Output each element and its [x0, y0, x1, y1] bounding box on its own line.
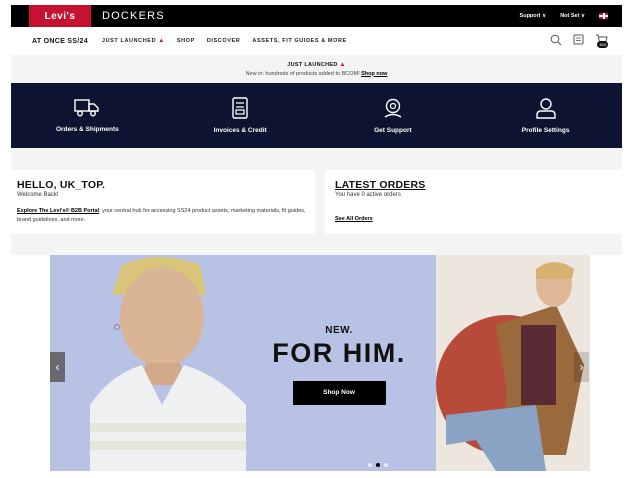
hero-image-right: [436, 255, 590, 471]
carousel-dots: [368, 463, 388, 467]
hero-model-illustration: [436, 255, 590, 471]
order-icon[interactable]: [572, 33, 585, 46]
brand-bar: Levi's DOCKERS Support ∨ Not Set ∨: [11, 5, 622, 27]
spacer: [11, 234, 622, 255]
cart-count-badge: 463: [597, 41, 608, 48]
announcement-bar: JUST LAUNCHED ▲ New in: hundreds of prod…: [11, 55, 622, 83]
nav-item-label: JUST LAUNCHED: [101, 38, 157, 44]
announcement-title-text: JUST LAUNCHED: [287, 61, 338, 68]
top-utility: Support ∨ Not Set ∨: [520, 5, 608, 27]
nav-item-discover[interactable]: DISCOVER: [207, 38, 241, 44]
truck-icon: [74, 99, 100, 117]
support-icon: [384, 98, 402, 118]
quick-link-label: Get Support: [374, 127, 412, 134]
dashboard-cards: HELLO, UK_TOP. Welcome Back! Explore The…: [11, 170, 622, 234]
support-menu[interactable]: Support ∨: [520, 13, 547, 19]
uk-flag-icon[interactable]: [599, 13, 608, 19]
levis-logo[interactable]: Levi's: [29, 5, 91, 27]
carousel-prev-button[interactable]: ‹: [50, 352, 65, 382]
hero-slide: NEW. FOR HIM. Shop Now: [50, 255, 590, 471]
dockers-logo[interactable]: DOCKERS: [102, 10, 165, 22]
carousel-dot[interactable]: [368, 463, 372, 467]
latest-orders-title[interactable]: LATEST ORDERS: [335, 179, 616, 191]
chevron-left-icon: ‹: [55, 360, 60, 374]
hero-text-block: NEW. FOR HIM. Shop Now: [264, 325, 414, 405]
rocket-icon: ▲: [158, 38, 165, 44]
rocket-icon: ▲: [339, 61, 346, 68]
invoice-icon: [232, 97, 248, 119]
welcome-text: Explore The Levi's® B2B Portal; your cen…: [17, 207, 309, 225]
quick-link-orders[interactable]: Orders & Shipments: [11, 83, 164, 148]
quick-link-invoices[interactable]: Invoices & Credit: [164, 83, 317, 148]
carousel-next-button[interactable]: ›: [574, 352, 589, 382]
shop-now-button[interactable]: Shop Now: [292, 381, 386, 405]
hero-eyebrow: NEW.: [325, 325, 353, 336]
quick-link-label: Profile Settings: [521, 127, 570, 134]
chevron-right-icon: ›: [579, 360, 584, 374]
nav-item-just-launched[interactable]: JUST LAUNCHED ▲: [102, 38, 165, 44]
quick-link-profile[interactable]: Profile Settings: [469, 83, 622, 148]
active-orders-status: You have 0 active orders: [335, 192, 401, 198]
welcome-subtitle: Welcome Back!: [17, 192, 59, 198]
quick-link-support[interactable]: Get Support: [317, 83, 470, 148]
quick-links: Orders & Shipments Invoices & Credit Get…: [11, 83, 622, 148]
welcome-card: HELLO, UK_TOP. Welcome Back! Explore The…: [11, 170, 315, 234]
announcement-text: New in: hundreds of products added to BC…: [246, 71, 388, 77]
quick-link-label: Invoices & Credit: [213, 127, 267, 134]
see-all-orders-link[interactable]: See All Orders: [335, 216, 616, 222]
page: Levi's DOCKERS Support ∨ Not Set ∨ AT ON…: [11, 5, 622, 478]
portal-link[interactable]: Explore The Levi's® B2B Portal: [17, 208, 99, 214]
announcement-title: JUST LAUNCHED ▲: [287, 62, 345, 68]
hero-carousel: NEW. FOR HIM. Shop Now ‹ ›: [11, 255, 622, 471]
carousel-dot[interactable]: [384, 463, 388, 467]
spacer: [11, 148, 622, 170]
shop-now-link[interactable]: Shop now: [361, 71, 387, 77]
latest-orders-card: LATEST ORDERS You have 0 active orders S…: [325, 170, 622, 234]
hero-headline: FOR HIM.: [272, 338, 406, 368]
nav-item-shop[interactable]: SHOP: [177, 38, 195, 44]
nav-season[interactable]: AT ONCE SS/24: [32, 38, 88, 45]
quick-link-label: Orders & Shipments: [55, 126, 119, 133]
account-menu[interactable]: Not Set ∨: [560, 13, 585, 19]
main-nav: AT ONCE SS/24 JUST LAUNCHED ▲ SHOP DISCO…: [11, 27, 622, 55]
carousel-dot-active[interactable]: [376, 463, 380, 467]
greeting: HELLO, UK_TOP.: [17, 179, 106, 191]
user-icon: [535, 98, 556, 119]
nav-item-assets[interactable]: ASSETS, FIT GUIDES & MORE: [252, 38, 346, 44]
search-icon[interactable]: [550, 34, 562, 46]
announcement-body: New in: hundreds of products added to BC…: [245, 70, 360, 77]
